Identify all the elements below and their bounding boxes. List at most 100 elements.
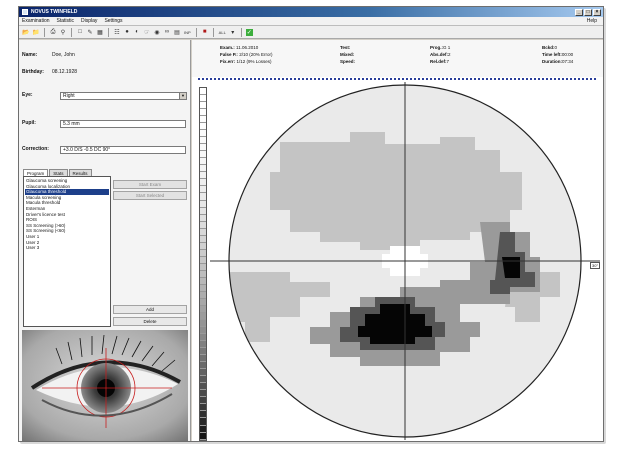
menu-statistic[interactable]: Statistic bbox=[57, 18, 75, 24]
correction-input[interactable]: +3.0 D/S -0.5 DC 90° bbox=[60, 146, 186, 154]
false-value: 2/10 (20% Error) bbox=[239, 52, 273, 57]
start-exam-button[interactable]: Start Exam bbox=[113, 180, 187, 189]
greyscale-cell bbox=[200, 235, 206, 243]
pen-icon[interactable]: ✎ bbox=[86, 28, 94, 36]
results-panel: Exam.: 11.06.2010 False P.: 2/10 (20% Er… bbox=[192, 40, 603, 441]
eye-row: Eye: bbox=[22, 92, 52, 98]
pupil-row: Pupil: bbox=[22, 120, 52, 126]
greyscale-cell bbox=[200, 291, 206, 299]
menu-examination[interactable]: Examination bbox=[22, 18, 50, 24]
greyscale-cell bbox=[200, 432, 206, 440]
app-icon bbox=[22, 9, 28, 15]
greyscale-cell bbox=[200, 116, 206, 124]
greyscale-cell bbox=[200, 418, 206, 426]
time-value: 00:00 bbox=[561, 52, 574, 57]
toolbar-divider bbox=[71, 27, 72, 37]
add-button[interactable]: Add bbox=[113, 305, 187, 314]
greyscale-cell bbox=[200, 137, 206, 145]
menu-help[interactable]: Help bbox=[587, 18, 603, 24]
menu-display[interactable]: Display bbox=[81, 18, 97, 24]
maximize-button[interactable]: □ bbox=[584, 8, 592, 16]
bkgd-value: 0 bbox=[554, 45, 558, 50]
head-icon[interactable]: ● bbox=[123, 28, 131, 36]
toolbar-divider bbox=[44, 27, 45, 37]
patient-panel: Name: Doe, John Birthday: 08.12.1928 Eye… bbox=[19, 40, 191, 441]
greyscale-cell bbox=[200, 390, 206, 398]
chevron-down-icon[interactable]: ▼ bbox=[179, 93, 186, 99]
greyscale-cell bbox=[200, 256, 206, 264]
greyscale-cell bbox=[200, 242, 206, 250]
false-label: False P.: bbox=[220, 52, 238, 57]
link-icon[interactable]: ∞ bbox=[163, 28, 171, 36]
fix-value: 1/12 (9% Losses) bbox=[236, 59, 272, 64]
delete-button[interactable]: Delete bbox=[113, 317, 187, 326]
greyscale-cell bbox=[200, 144, 206, 152]
greyscale-cell bbox=[200, 376, 206, 384]
pupil-label: Pupil: bbox=[22, 120, 36, 126]
visual-field-plot[interactable] bbox=[210, 82, 600, 440]
greyscale-cell bbox=[200, 193, 206, 201]
list-item[interactable]: User 3 bbox=[25, 245, 109, 251]
greyscale-cell bbox=[200, 186, 206, 194]
preview-icon[interactable]: ⚲ bbox=[59, 28, 67, 36]
greyscale-cell bbox=[200, 207, 206, 215]
pupil-input[interactable]: 5.3 mm bbox=[60, 120, 186, 128]
hand-icon[interactable]: ☞ bbox=[143, 28, 151, 36]
greyscale-cell bbox=[200, 88, 206, 96]
application-window: NOVUS TWINFIELD _ □ × Examination Statis… bbox=[18, 6, 604, 442]
zoom-badge[interactable]: 30° bbox=[590, 262, 601, 269]
correction-label: Correction: bbox=[22, 146, 49, 152]
greyscale-cell bbox=[200, 221, 206, 229]
greyscale-cell bbox=[200, 158, 206, 166]
ins-label[interactable]: INP bbox=[183, 28, 192, 36]
fix-stat: Fix.err: 1/12 (9% Losses) bbox=[220, 59, 272, 64]
mode-label[interactable]: ALL bbox=[218, 28, 227, 36]
grid-icon[interactable]: ☷ bbox=[113, 28, 121, 36]
greyscale-cell bbox=[200, 102, 206, 110]
fix-label: Fix.err: bbox=[220, 59, 236, 64]
record-icon[interactable]: ■ bbox=[201, 28, 209, 36]
head-side-icon[interactable]: ◐ bbox=[133, 28, 141, 36]
greyscale-cell bbox=[200, 109, 206, 117]
birthday-label: Birthday: bbox=[22, 69, 44, 75]
eye-icon[interactable]: ◉ bbox=[153, 28, 161, 36]
greyscale-cell bbox=[200, 214, 206, 222]
dropdown-icon[interactable]: ▾ bbox=[229, 28, 237, 36]
program-list[interactable]: Glaucoma screening Glaucoma localization G… bbox=[23, 176, 111, 327]
greyscale-cell bbox=[200, 327, 206, 335]
name-label: Name: bbox=[22, 52, 38, 58]
toolbar-divider bbox=[195, 27, 197, 37]
absolute-defect-spot bbox=[502, 257, 520, 278]
close-button[interactable]: × bbox=[593, 8, 601, 16]
time-stat: Time left:00:00 bbox=[542, 52, 573, 57]
mixed-label: Mixed: bbox=[340, 52, 355, 57]
greyscale-cell bbox=[200, 249, 206, 257]
table-icon[interactable]: ▦ bbox=[96, 28, 104, 36]
duration-stat: Duration:07:34 bbox=[542, 59, 573, 64]
minimize-button[interactable]: _ bbox=[575, 8, 583, 16]
greyscale-cell bbox=[200, 95, 206, 103]
correction-row: Correction: bbox=[22, 146, 52, 152]
start-selected-button[interactable]: Start Selected bbox=[113, 191, 187, 200]
rel-value: 7 bbox=[446, 59, 450, 64]
toolbar: 📂 📁 ⎙ ⚲ □ ✎ ▦ ☷ ● ◐ ☞ ◉ ∞ ▤ INP ■ ALL ▾ … bbox=[19, 26, 603, 39]
duration-label: Duration: bbox=[542, 59, 562, 64]
menu-settings[interactable]: Settings bbox=[104, 18, 122, 24]
greyscale-cell bbox=[200, 179, 206, 187]
toolbar-divider bbox=[240, 27, 242, 37]
eye-label: Eye: bbox=[22, 92, 33, 98]
box-icon[interactable]: □ bbox=[76, 28, 84, 36]
folder-icon[interactable]: 📁 bbox=[32, 28, 40, 36]
greyscale-legend bbox=[199, 87, 207, 441]
eye-select[interactable]: Right ▼ bbox=[60, 92, 187, 100]
print-icon[interactable]: ⎙ bbox=[49, 28, 57, 36]
greyscale-cell bbox=[200, 277, 206, 285]
greyscale-cell bbox=[200, 270, 206, 278]
birthday-row: Birthday: 08.12.1928 bbox=[22, 69, 152, 75]
open-folder-icon[interactable]: 📂 bbox=[22, 28, 30, 36]
window-title: NOVUS TWINFIELD bbox=[31, 9, 78, 15]
pupil-value: 5.3 mm bbox=[63, 121, 80, 127]
greyscale-cell bbox=[200, 263, 206, 271]
green-status-icon[interactable]: ✓ bbox=[245, 28, 253, 36]
doc-icon[interactable]: ▤ bbox=[173, 28, 181, 36]
